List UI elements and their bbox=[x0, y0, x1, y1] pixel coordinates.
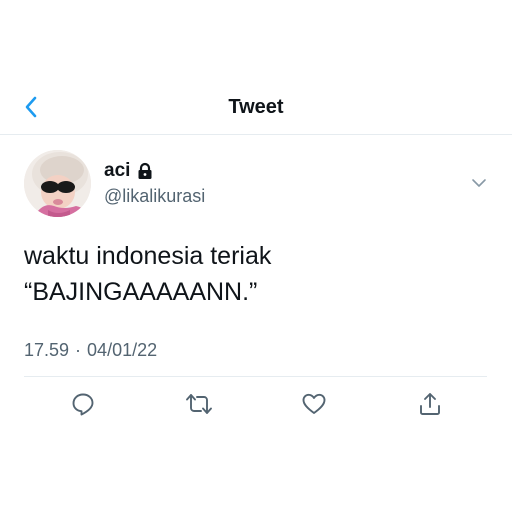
display-name[interactable]: aci bbox=[104, 160, 130, 182]
timestamp-separator: · bbox=[75, 340, 82, 360]
chevron-down-icon bbox=[472, 179, 486, 187]
tweet-timestamp[interactable]: 17.59 · 04/01/22 bbox=[24, 340, 157, 361]
retweet-button[interactable] bbox=[185, 390, 213, 418]
tweet-time: 17.59 bbox=[24, 340, 70, 360]
tweet-detail-screen: Tweet aci @likalikurasi waktu indonesia … bbox=[0, 0, 512, 512]
avatar[interactable] bbox=[24, 150, 91, 217]
share-icon bbox=[420, 393, 440, 415]
like-icon bbox=[302, 393, 326, 414]
reply-button[interactable] bbox=[69, 390, 97, 418]
profile-photo bbox=[24, 150, 91, 217]
page-title: Tweet bbox=[228, 96, 284, 118]
tweet-text-line: “BAJINGAAAAANN.” bbox=[24, 278, 258, 306]
top-navigation-bar: Tweet bbox=[0, 86, 512, 135]
reply-icon bbox=[72, 393, 94, 416]
user-handle[interactable]: @likalikurasi bbox=[104, 186, 205, 207]
share-button[interactable] bbox=[416, 390, 444, 418]
tweet-date: 04/01/22 bbox=[87, 340, 158, 360]
lock-icon bbox=[138, 162, 152, 179]
divider bbox=[24, 376, 487, 377]
tweet-text: waktu indonesia teriak “BAJINGAAAAANN.” bbox=[24, 238, 494, 310]
like-button[interactable] bbox=[300, 390, 328, 418]
tweet-text-line: waktu indonesia teriak bbox=[24, 242, 272, 270]
more-options-button[interactable] bbox=[468, 172, 490, 194]
retweet-icon bbox=[186, 394, 212, 414]
display-name-row: aci bbox=[104, 160, 154, 182]
